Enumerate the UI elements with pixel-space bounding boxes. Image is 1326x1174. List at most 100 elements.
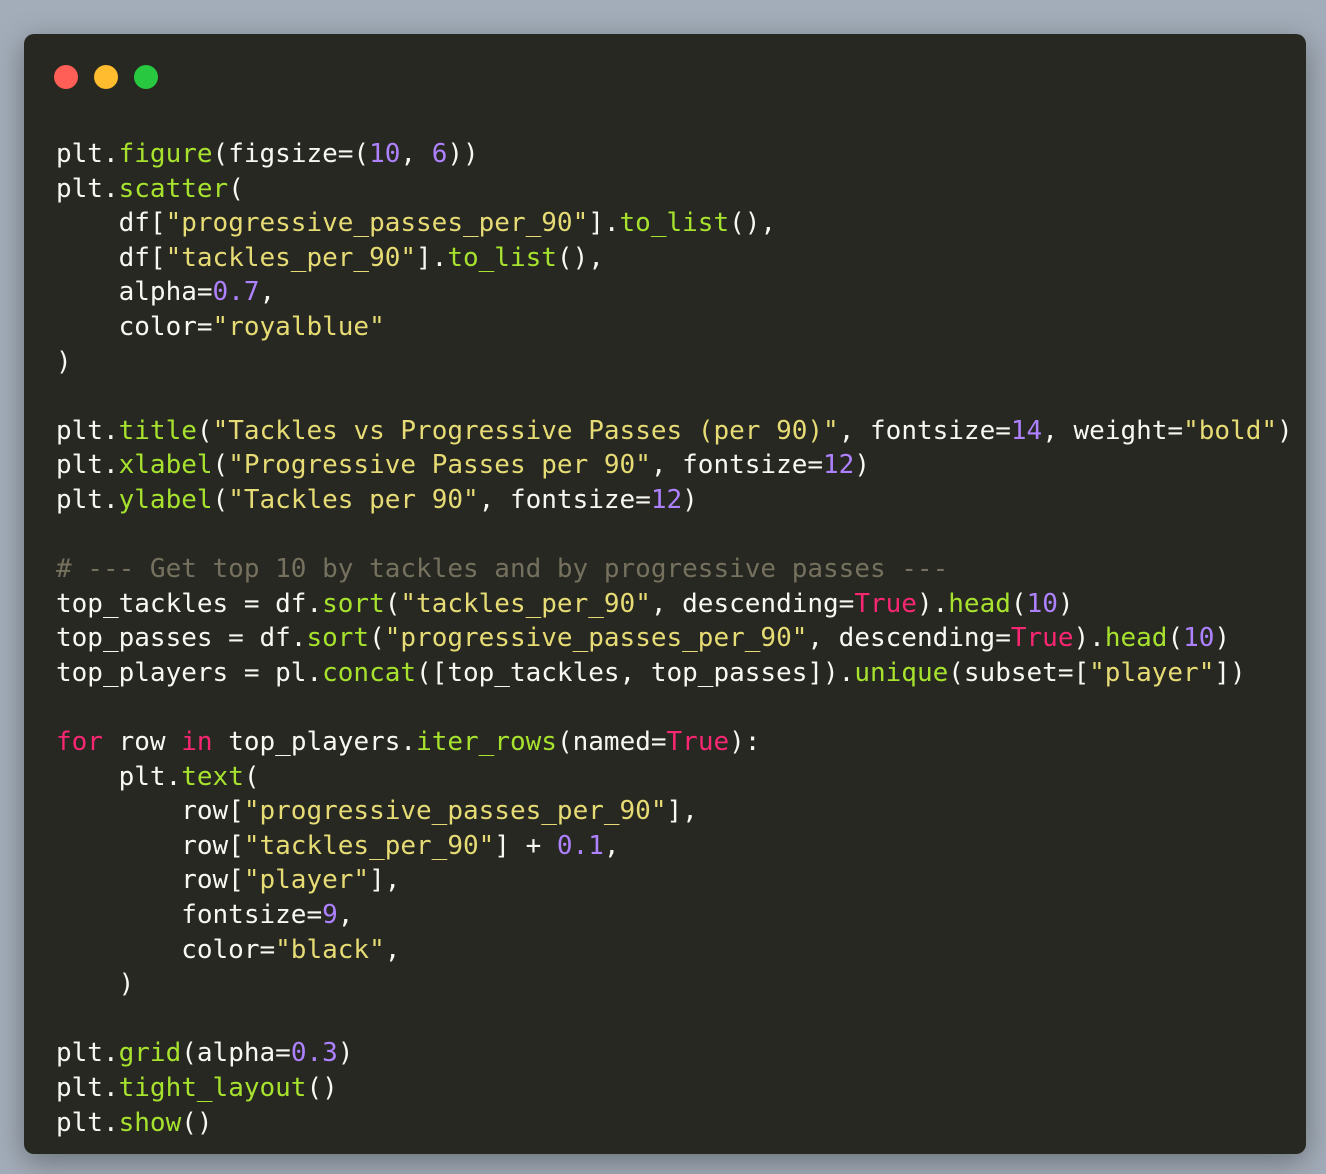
code-line: plt.scatter(	[56, 172, 1293, 207]
code-text: top_players = pl.	[56, 657, 323, 688]
keyword: in	[181, 727, 213, 758]
code-text: plt.	[56, 139, 119, 169]
code-text: row[	[56, 830, 244, 861]
code-text: (	[196, 415, 213, 446]
string-literal: "Tackles vs Progressive Passes (per 90)"	[212, 415, 839, 446]
number-literal: 12	[823, 450, 855, 481]
code-text: ,	[384, 934, 401, 965]
string-literal: "Tackles per 90"	[228, 484, 479, 515]
number-literal: 14	[1010, 415, 1043, 446]
function-name: head	[948, 588, 1011, 619]
code-text: alpha=	[56, 277, 213, 308]
code-text: plt.	[56, 761, 182, 792]
keyword: True	[666, 727, 730, 758]
function-name: head	[1104, 623, 1168, 654]
code-line: df["progressive_passes_per_90"].to_list(…	[56, 206, 1293, 241]
code-text: (	[212, 450, 229, 481]
string-literal: "progressive_passes_per_90"	[243, 796, 667, 827]
number-literal: 0.3	[290, 1038, 338, 1069]
keyword: True	[854, 588, 917, 619]
function-name: show	[118, 1107, 182, 1138]
code-line: row["tackles_per_90"] + 0.1,	[56, 829, 1293, 864]
code-line: plt.ylabel("Tackles per 90", fontsize=12…	[56, 483, 1293, 518]
code-text: ()	[181, 1107, 213, 1138]
code-text: (),	[556, 242, 604, 273]
function-name: figure	[118, 139, 213, 169]
code-text: , fontsize=	[838, 415, 1011, 446]
code-text: ([top_tackles, top_passes]).	[416, 657, 855, 688]
code-line: df["tackles_per_90"].to_list(),	[56, 241, 1293, 276]
close-button[interactable]	[54, 65, 78, 89]
minimize-button[interactable]	[94, 65, 118, 89]
code-line: top_passes = df.sort("progressive_passes…	[56, 621, 1293, 656]
code-text: plt.	[56, 1073, 119, 1104]
code-text: plt.	[56, 484, 119, 515]
function-name: tight_layout	[118, 1073, 307, 1104]
code-text: , descending=	[650, 588, 855, 619]
code-text: (	[369, 623, 385, 654]
number-literal: 6	[431, 139, 448, 169]
code-text: ])	[1214, 657, 1246, 688]
code-text: )	[56, 346, 72, 377]
string-literal: "player"	[1089, 657, 1215, 688]
window-controls	[54, 65, 158, 89]
code-line: plt.text(	[56, 760, 1293, 795]
code-text: df[	[56, 242, 166, 273]
string-literal: "tackles_per_90"	[400, 588, 651, 619]
function-name: unique	[854, 657, 949, 688]
code-line: color="black",	[56, 933, 1293, 968]
code-text: )	[1214, 623, 1231, 654]
code-line: plt.title("Tackles vs Progressive Passes…	[56, 414, 1293, 449]
code-line: plt.tight_layout()	[56, 1071, 1293, 1106]
code-text: ,	[400, 139, 432, 169]
string-literal: "player"	[243, 865, 370, 896]
code-text: (	[228, 173, 244, 204]
code-line: color="royalblue"	[56, 310, 1293, 345]
code-text: (subset=[	[948, 657, 1090, 688]
code-text: )	[1057, 588, 1074, 619]
keyword: True	[1010, 623, 1074, 654]
zoom-button[interactable]	[134, 65, 158, 89]
function-name: iter_rows	[416, 727, 557, 758]
code-text: , fontsize=	[650, 450, 824, 481]
code-line: fontsize=9,	[56, 898, 1293, 933]
function-name: sort	[306, 623, 370, 654]
code-text: (figsize=(	[212, 139, 370, 169]
code-text: ],	[369, 865, 401, 896]
comment: # --- Get top 10 by tackles and by progr…	[56, 554, 949, 585]
code-text: plt.	[56, 1038, 119, 1069]
number-literal: 10	[369, 139, 401, 169]
string-literal: "Progressive Passes per 90"	[228, 450, 651, 481]
number-literal: 0.1	[556, 830, 604, 861]
code-text: )	[56, 969, 135, 1000]
code-text: ].	[416, 242, 448, 273]
code-text: ))	[447, 139, 479, 169]
code-text: (	[1167, 623, 1184, 654]
number-literal: 12	[650, 484, 683, 515]
code-text: (	[243, 761, 260, 792]
code-line: row["player"],	[56, 863, 1293, 898]
code-text: (),	[729, 208, 777, 239]
code-line: )	[56, 345, 1293, 380]
code-line: top_tackles = df.sort("tackles_per_90", …	[56, 587, 1293, 622]
code-text: ).	[1073, 623, 1105, 654]
code-text: , fontsize=	[478, 484, 651, 515]
string-literal: "tackles_per_90"	[165, 242, 417, 273]
code-text: ()	[306, 1073, 338, 1104]
code-text: (	[1010, 588, 1027, 619]
code-text: row[	[56, 865, 244, 896]
code-text: )	[682, 484, 698, 515]
code-text: ,	[603, 830, 620, 861]
code-text: )	[1277, 415, 1293, 446]
code-text: (	[384, 588, 401, 619]
string-literal: "progressive_passes_per_90"	[384, 623, 808, 654]
code-text: (	[212, 484, 229, 515]
code-text: fontsize=	[56, 900, 323, 931]
code-window: plt.figure(figsize=(10, 6)) plt.scatter( …	[24, 34, 1306, 1154]
function-name: scatter	[118, 173, 229, 204]
code-text: , weight=	[1042, 415, 1184, 446]
number-literal: 9	[322, 900, 338, 931]
